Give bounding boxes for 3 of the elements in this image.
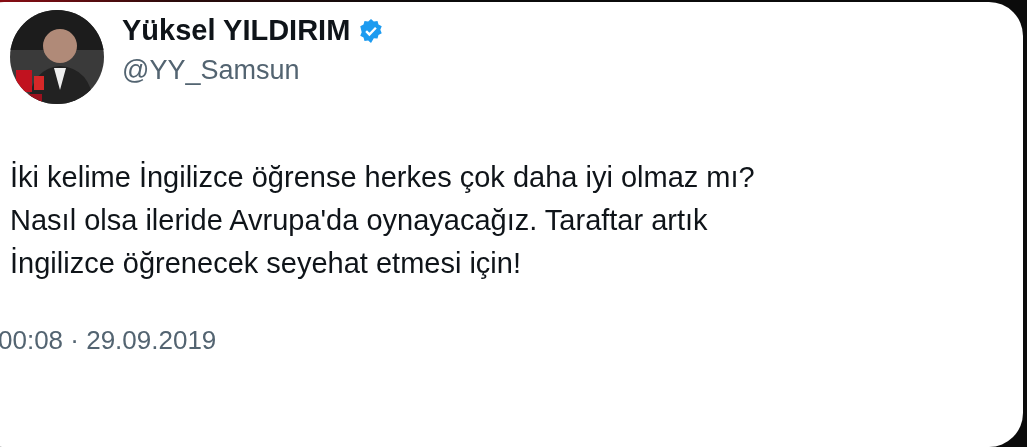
author-handle[interactable]: @YY_Samsun (122, 55, 385, 86)
author-name[interactable]: Yüksel YILDIRIM (122, 14, 351, 47)
tweet-text: İki kelime İngilizce öğrense herkes çok daha iyi olmaz mı? Nasıl olsa ileride Avrupa'da oynayacağız. Taraftar artık İngilizce öğrenecek seyehat etmesi için! (10, 160, 756, 281)
